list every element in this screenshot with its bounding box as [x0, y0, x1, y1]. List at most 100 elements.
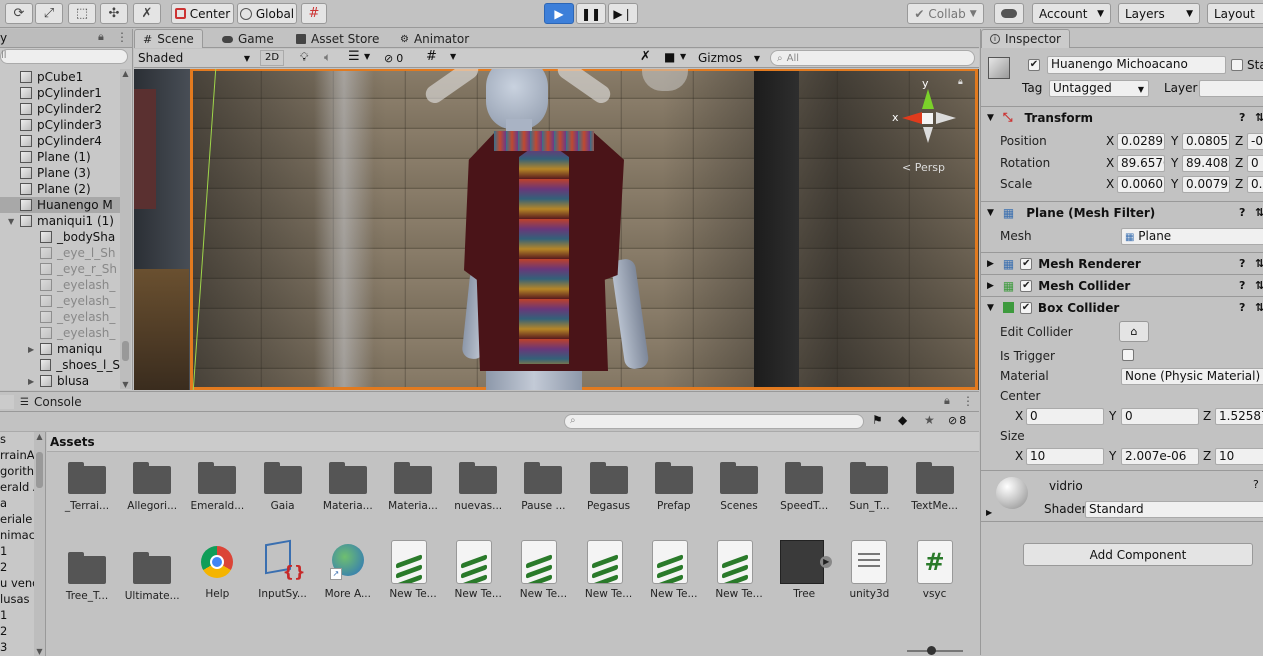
tab-asset-store[interactable]: Asset Store	[288, 31, 387, 47]
asset-item[interactable]: New Te...	[645, 540, 703, 600]
asset-item[interactable]: Allegori...	[123, 462, 181, 512]
filter-label-icon[interactable]: ◆	[898, 413, 907, 427]
snap-settings-button[interactable]: #	[301, 3, 327, 24]
help-icon[interactable]: ?	[1239, 301, 1245, 314]
settings-icon[interactable]: ⇅	[1255, 279, 1263, 292]
project-folder-item[interactable]: nimac	[0, 528, 35, 544]
project-folder-item[interactable]: s	[0, 432, 6, 448]
zoom-slider[interactable]	[907, 646, 963, 655]
collab-button[interactable]: ✔ Collab ▼	[907, 3, 984, 24]
asset-item[interactable]: Gaia	[254, 462, 312, 512]
asset-item[interactable]: Sun_T...	[840, 462, 898, 512]
help-icon[interactable]: ?	[1239, 279, 1245, 292]
y-neg-cone[interactable]	[923, 127, 933, 143]
transform-header[interactable]: ▼ ⤡ Transform ? ⇅	[981, 106, 1263, 128]
lighting-icon[interactable]: 💡︎	[300, 50, 308, 65]
scroll-up-icon[interactable]: ▲	[120, 69, 131, 78]
account-dropdown[interactable]: Account ▼	[1032, 3, 1111, 24]
size-x-field[interactable]: 10	[1026, 448, 1104, 465]
hierarchy-item[interactable]: ▶ maniqu	[0, 341, 120, 357]
lock-icon[interactable]: 🔒︎	[958, 77, 963, 87]
scale-y-field[interactable]: 0.0079	[1182, 176, 1230, 193]
custom-tool-button[interactable]: ✗	[133, 3, 161, 24]
rotation-x-field[interactable]: 89.6570	[1117, 155, 1165, 172]
effects-chevron-icon[interactable]: ▼	[364, 52, 370, 61]
filter-type-icon[interactable]: ⚑	[872, 413, 883, 427]
settings-icon[interactable]: ⇅	[1255, 206, 1263, 219]
hierarchy-item[interactable]: Plane (3)	[0, 165, 120, 181]
scrollbar-thumb[interactable]	[122, 341, 129, 361]
project-folder-item[interactable]: 3	[0, 640, 7, 656]
hierarchy-item[interactable]: pCylinder4	[0, 133, 120, 149]
project-folder-item[interactable]: 1	[0, 608, 7, 624]
tab-animator[interactable]: ⚙ Animator	[392, 31, 477, 47]
asset-item[interactable]: Prefap	[645, 462, 703, 512]
scroll-down-icon[interactable]: ▼	[120, 380, 131, 389]
hierarchy-tab[interactable]: y 🔒︎ ⋮	[0, 29, 132, 48]
tools-icon[interactable]: ✗	[640, 49, 651, 64]
layers-dropdown[interactable]: Layers ▼	[1118, 3, 1200, 24]
hierarchy-item[interactable]: pCylinder2	[0, 101, 120, 117]
center-cube[interactable]	[922, 113, 933, 124]
project-folder-item[interactable]: 2	[0, 560, 7, 576]
scale-tool-button[interactable]: ⤢	[35, 3, 63, 24]
hierarchy-item[interactable]: _bodySha	[0, 229, 120, 245]
active-checkbox[interactable]: ✔	[1028, 59, 1040, 71]
hierarchy-item[interactable]: pCylinder1	[0, 85, 120, 101]
effects-icon[interactable]: ☰	[348, 49, 360, 64]
collapse-arrow-icon[interactable]: ▶	[28, 377, 40, 386]
asset-item[interactable]: # vsyc	[906, 540, 964, 600]
project-folder-item[interactable]: gorith	[0, 464, 34, 480]
play-button[interactable]: ▶	[544, 3, 574, 24]
asset-item[interactable]: New Te...	[384, 540, 442, 600]
asset-item[interactable]: ▶ Tree	[775, 540, 833, 600]
x-axis-cone[interactable]	[902, 112, 922, 124]
layout-dropdown[interactable]: Layout	[1207, 3, 1263, 24]
lock-icon[interactable]: 🔒︎	[98, 30, 104, 44]
box-collider-enabled-checkbox[interactable]: ✔	[1019, 301, 1032, 314]
collapse-arrow-icon[interactable]: ▶	[28, 345, 40, 354]
project-tree-scrollbar[interactable]: ▲ ▼	[34, 432, 45, 656]
asset-item[interactable]: Materia...	[319, 462, 377, 512]
pause-button[interactable]: ❚❚	[576, 3, 606, 24]
project-search-input[interactable]: ⌕	[564, 414, 864, 429]
grid-toggle-icon[interactable]: #	[426, 49, 437, 64]
y-axis-cone[interactable]	[922, 89, 934, 109]
asset-item[interactable]: Tree_T...	[58, 552, 116, 602]
asset-item[interactable]: New Te...	[580, 540, 638, 600]
hierarchy-item[interactable]: _shoes_l_S	[0, 357, 120, 373]
project-folder-item[interactable]: 1	[0, 544, 7, 560]
position-x-field[interactable]: 0.0289:	[1117, 133, 1165, 150]
is-trigger-checkbox[interactable]	[1122, 349, 1134, 361]
physic-material-field[interactable]: None (Physic Material)	[1121, 368, 1263, 385]
size-y-field[interactable]: 2.007e-06	[1121, 448, 1199, 465]
project-folder-item[interactable]: eriale	[0, 512, 32, 528]
help-icon[interactable]: ?	[1239, 257, 1245, 270]
box-collider-header[interactable]: ▼ ✔ Box Collider ? ⇅	[981, 296, 1263, 318]
rotation-z-field[interactable]: 0	[1247, 155, 1263, 172]
global-local-button[interactable]: Global	[237, 3, 297, 24]
asset-item[interactable]: TextMe...	[906, 462, 964, 512]
mesh-filter-header[interactable]: ▼ ▦ Plane (Mesh Filter) ? ⇅	[981, 201, 1263, 223]
camera-chevron-icon[interactable]: ▼	[680, 52, 686, 61]
asset-item[interactable]: New Te...	[514, 540, 572, 600]
hierarchy-item[interactable]: _eyelash_	[0, 325, 120, 341]
hierarchy-item[interactable]: _eye_l_Sh	[0, 245, 120, 261]
shading-mode-dropdown[interactable]: Shaded ▼	[134, 49, 254, 67]
rotate-tool-button[interactable]: ⟳	[5, 3, 33, 24]
center-z-field[interactable]: 1.525879	[1215, 408, 1263, 425]
z-axis-cone[interactable]	[936, 112, 956, 124]
edit-collider-button[interactable]: ⌂	[1119, 321, 1149, 342]
position-z-field[interactable]: -0.	[1247, 133, 1263, 150]
favorite-icon[interactable]: ★	[924, 413, 935, 427]
shader-dropdown[interactable]: Standard	[1085, 501, 1263, 518]
asset-item[interactable]: Help	[188, 540, 246, 600]
hierarchy-item[interactable]: Plane (1)	[0, 149, 120, 165]
settings-icon[interactable]: ⇅	[1255, 111, 1263, 124]
tab-inspector[interactable]: i Inspector	[981, 29, 1070, 48]
asset-item[interactable]: ↗ More A...	[319, 540, 377, 600]
asset-item[interactable]: unity3d	[840, 540, 898, 600]
scrollbar-thumb[interactable]	[36, 452, 43, 488]
scene-search-input[interactable]: ⌕ All	[770, 50, 975, 66]
orientation-gizmo[interactable]: 🔒︎ y x	[892, 77, 963, 157]
